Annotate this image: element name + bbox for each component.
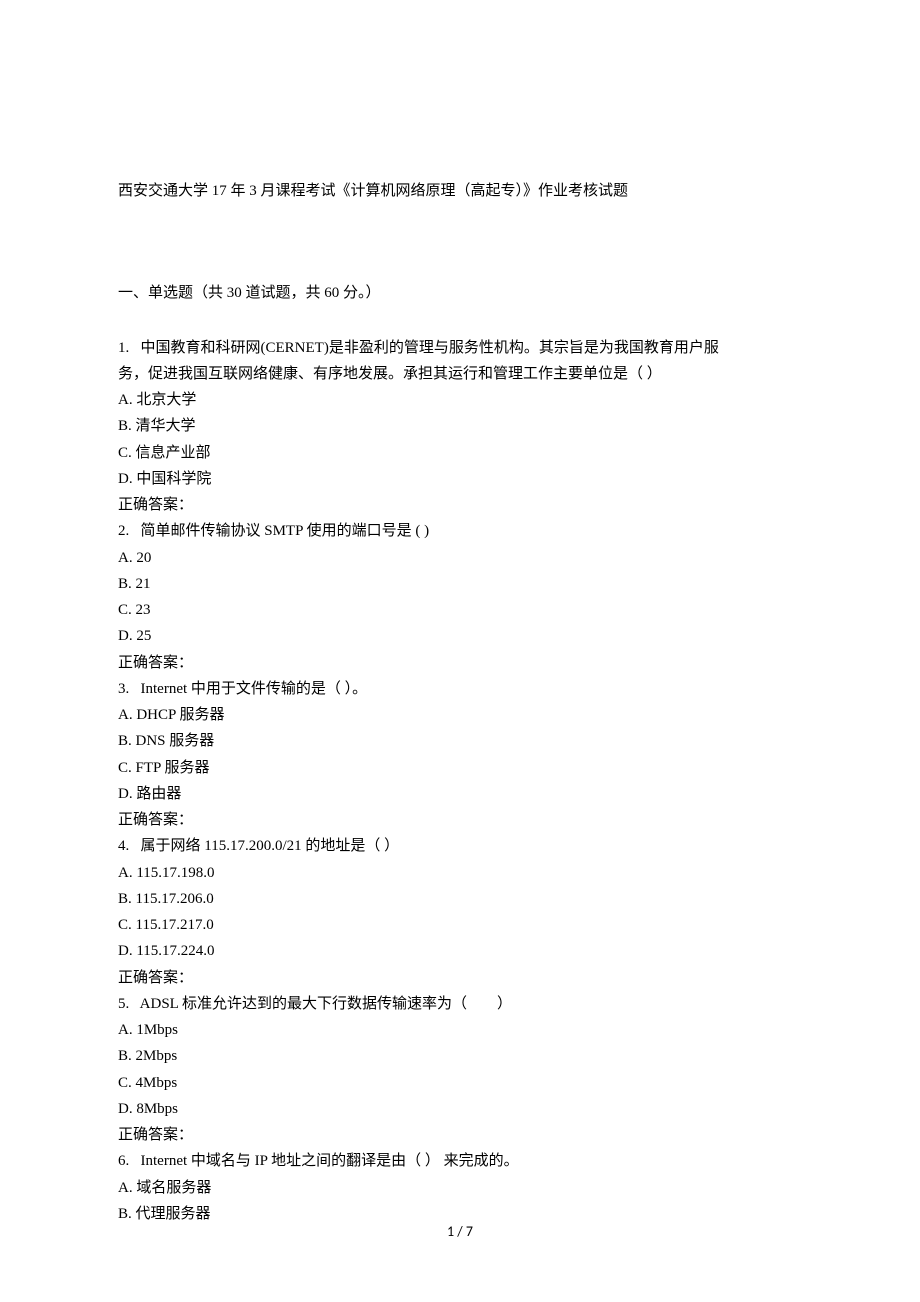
question-option: B. DNS 服务器 [118, 728, 802, 754]
question-option: A. DHCP 服务器 [118, 702, 802, 728]
question-option: B. 2Mbps [118, 1043, 802, 1069]
section-header: 一、单选题（共 30 道试题，共 60 分。） [118, 280, 802, 306]
answer-label: 正确答案： [118, 965, 802, 991]
question-stem: 2. 简单邮件传输协议 SMTP 使用的端口号是 ( ) [118, 518, 802, 544]
question-stem: 6. Internet 中域名与 IP 地址之间的翻译是由（ ） 来完成的。 [118, 1148, 802, 1174]
question-option: D. 中国科学院 [118, 466, 802, 492]
page-number: 1 / 7 [0, 1220, 920, 1245]
question-option: D. 路由器 [118, 781, 802, 807]
question-option: B. 清华大学 [118, 413, 802, 439]
question-option: A. 115.17.198.0 [118, 860, 802, 886]
questions-container: 1. 中国教育和科研网(CERNET)是非盈利的管理与服务性机构。其宗旨是为我国… [118, 335, 802, 1228]
answer-label: 正确答案： [118, 1122, 802, 1148]
question-option: D. 25 [118, 623, 802, 649]
question-option: A. 域名服务器 [118, 1175, 802, 1201]
question-option: B. 115.17.206.0 [118, 886, 802, 912]
document-title: 西安交通大学 17 年 3 月课程考试《计算机网络原理（高起专）》作业考核试题 [118, 178, 802, 204]
question-option: D. 8Mbps [118, 1096, 802, 1122]
question-option: B. 21 [118, 571, 802, 597]
question-stem: 5. ADSL 标准允许达到的最大下行数据传输速率为（ ） [118, 991, 802, 1017]
answer-label: 正确答案： [118, 650, 802, 676]
answer-label: 正确答案： [118, 807, 802, 833]
answer-label: 正确答案： [118, 492, 802, 518]
question-option: A. 20 [118, 545, 802, 571]
question-stem: 务，促进我国互联网络健康、有序地发展。承担其运行和管理工作主要单位是（ ） [118, 361, 802, 387]
question-option: A. 北京大学 [118, 387, 802, 413]
question-option: A. 1Mbps [118, 1017, 802, 1043]
question-stem: 1. 中国教育和科研网(CERNET)是非盈利的管理与服务性机构。其宗旨是为我国… [118, 335, 802, 361]
question-stem: 4. 属于网络 115.17.200.0/21 的地址是（ ） [118, 833, 802, 859]
question-option: C. 4Mbps [118, 1070, 802, 1096]
question-stem: 3. Internet 中用于文件传输的是（ ）。 [118, 676, 802, 702]
question-option: D. 115.17.224.0 [118, 938, 802, 964]
question-option: C. FTP 服务器 [118, 755, 802, 781]
question-option: C. 信息产业部 [118, 440, 802, 466]
question-option: C. 23 [118, 597, 802, 623]
question-option: C. 115.17.217.0 [118, 912, 802, 938]
